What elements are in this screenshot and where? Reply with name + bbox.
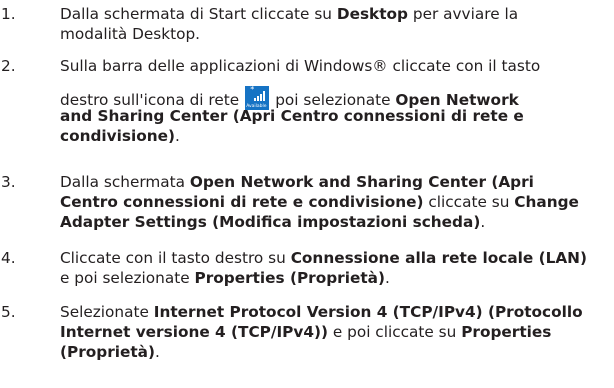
step-number: 1. xyxy=(1,5,16,23)
step-number: 3. xyxy=(1,173,16,191)
bold-text: (Proprietà) xyxy=(60,343,155,361)
signal-bar xyxy=(257,96,260,101)
text-segment: cliccate su xyxy=(423,193,515,211)
bold-text: Open Network and Sharing Center (Apri xyxy=(189,173,534,191)
step-line: e poi selezionate Properties (Proprietà)… xyxy=(60,268,390,288)
signal-bar xyxy=(254,98,257,101)
text-segment: . xyxy=(480,213,486,231)
text-segment: e poi cliccate su xyxy=(327,323,462,341)
bold-text: Internet versione 4 (TCP/IPv4)) xyxy=(60,323,328,341)
bold-text: Connessione alla rete locale (LAN) xyxy=(290,249,587,267)
bold-text: and Sharing Center (Apri Centro connessi… xyxy=(60,107,524,125)
signal-bar xyxy=(263,91,266,101)
text-segment: Sulla barra delle applicazioni di Window… xyxy=(60,57,541,75)
step-line: Selezionate Internet Protocol Version 4 … xyxy=(60,302,583,322)
step-line: destro sull'icona di rete * Available poi s… xyxy=(60,86,519,110)
step-line: (Proprietà). xyxy=(60,342,160,362)
step-line: Centro connessioni di rete e condivision… xyxy=(60,192,579,212)
bold-text: Desktop xyxy=(336,5,408,23)
bold-text: Adapter Settings (Modifica impostazioni … xyxy=(60,213,481,231)
text-segment: . xyxy=(175,127,180,145)
step-line: Cliccate con il tasto destro su Connessi… xyxy=(60,248,587,268)
step-number: 5. xyxy=(1,303,16,321)
step-line: Sulla barra delle applicazioni di Window… xyxy=(60,56,540,76)
text-segment: . xyxy=(384,269,390,287)
step-number: 4. xyxy=(1,249,16,267)
bold-text: condivisione) xyxy=(60,127,175,145)
bold-text: Centro connessioni di rete e condivision… xyxy=(60,193,424,211)
step-line: Dalla schermata Open Network and Sharing… xyxy=(60,172,534,192)
step-line: condivisione). xyxy=(60,126,180,146)
step-line: Dalla schermata di Start cliccate su Des… xyxy=(60,4,518,24)
text-segment: Dalla schermata di Start cliccate su xyxy=(60,5,337,23)
bold-text: Change xyxy=(514,193,579,211)
bold-text: Properties xyxy=(461,323,552,341)
text-segment: Cliccate con il tasto destro su xyxy=(60,249,291,267)
text-segment: Dalla schermata xyxy=(60,173,190,191)
bold-text: Properties (Proprietà) xyxy=(194,269,385,287)
text-segment: per avviare la xyxy=(408,5,519,23)
signal-bar xyxy=(260,94,263,101)
text-segment: Selezionate xyxy=(60,303,154,321)
text-segment: . xyxy=(155,343,160,361)
step-line: modalità Desktop. xyxy=(60,24,200,44)
signal-bars-icon xyxy=(254,91,266,101)
step-line: Internet versione 4 (TCP/IPv4)) e poi cl… xyxy=(60,322,551,342)
bold-text: Internet Protocol Version 4 (TCP/IPv4) (… xyxy=(153,303,583,321)
step-line: Adapter Settings (Modifica impostazioni … xyxy=(60,212,485,232)
text-segment: e poi selezionate xyxy=(60,269,195,287)
step-line: and Sharing Center (Apri Centro connessi… xyxy=(60,106,524,126)
text-segment: modalità Desktop. xyxy=(60,25,201,43)
step-number: 2. xyxy=(1,57,16,75)
